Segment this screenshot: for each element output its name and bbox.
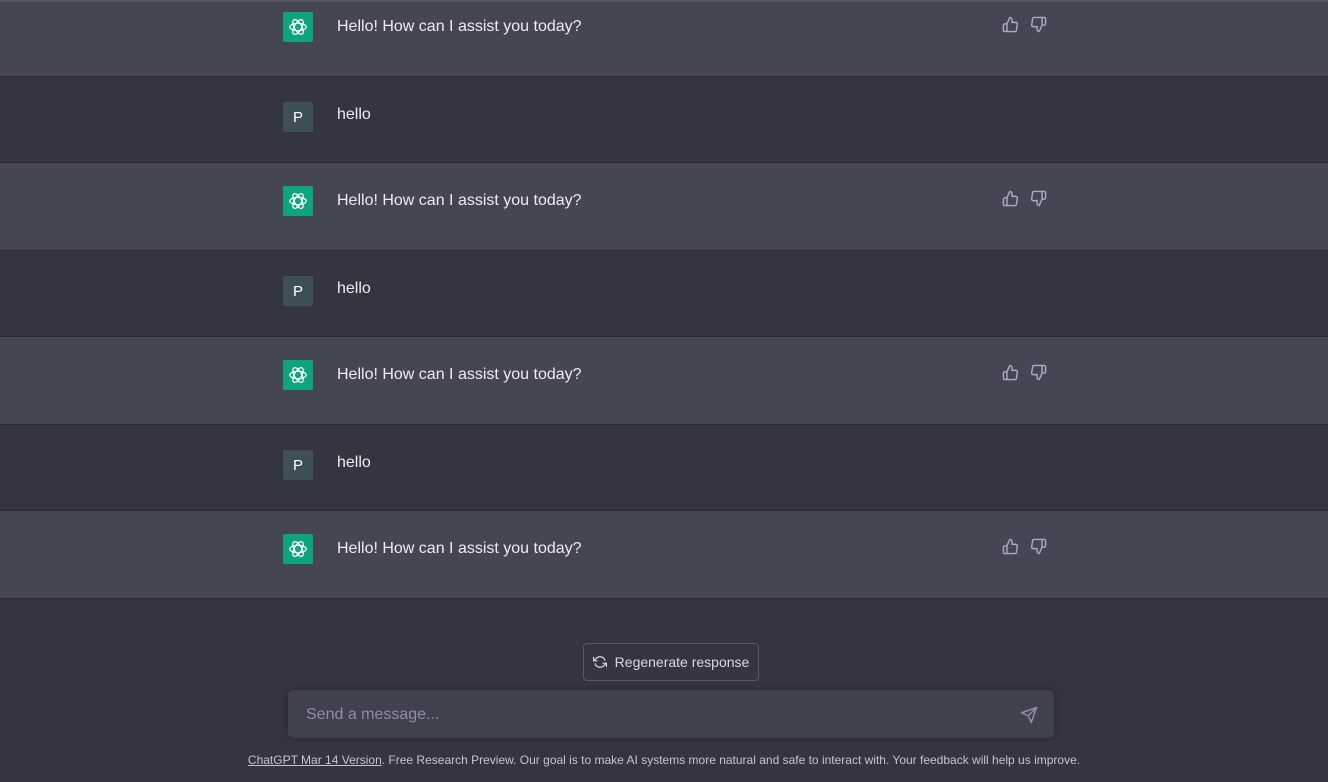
assistant-message-row: Hello! How can I assist you today? [0,511,1328,599]
footer-text: . Free Research Preview. Our goal is to … [381,753,1081,767]
thumbs-down-icon[interactable] [1029,363,1047,381]
user-message-row: P hello [0,425,1328,511]
message-text: hello [337,454,371,471]
assistant-message-row: Hello! How can I assist you today? [0,2,1328,77]
openai-logo-icon [283,12,313,42]
thumbs-up-icon[interactable] [1001,363,1019,381]
avatar: P [283,450,313,480]
thumbs-up-icon[interactable] [1001,15,1019,33]
message-text: Hello! How can I assist you today? [337,192,582,209]
version-link[interactable]: ChatGPT Mar 14 Version [248,753,382,767]
message-text: Hello! How can I assist you today? [337,540,582,557]
openai-logo-icon [283,186,313,216]
message-text: Hello! How can I assist you today? [337,366,582,383]
regenerate-label: Regenerate response [614,654,750,670]
avatar: P [283,276,313,306]
thumbs-down-icon[interactable] [1029,537,1047,555]
regenerate-response-button[interactable]: Regenerate response [583,643,759,681]
footer-disclaimer: ChatGPT Mar 14 Version. Free Research Pr… [0,753,1328,767]
message-text: hello [337,106,371,123]
message-text: Hello! How can I assist you today? [337,18,582,35]
openai-logo-icon [283,360,313,390]
thumbs-up-icon[interactable] [1001,189,1019,207]
user-message-row: P hello [0,251,1328,337]
assistant-message-row: Hello! How can I assist you today? [0,163,1328,251]
message-text: hello [337,280,371,297]
avatar: P [283,102,313,132]
message-composer [288,690,1054,740]
chat-window: Hello! How can I assist you today? P hel… [0,0,1328,782]
openai-logo-icon [283,534,313,564]
refresh-icon [592,655,607,669]
thumbs-down-icon[interactable] [1029,15,1047,33]
send-icon[interactable] [1020,706,1038,724]
thumbs-up-icon[interactable] [1001,537,1019,555]
assistant-message-row: Hello! How can I assist you today? [0,337,1328,425]
thumbs-down-icon[interactable] [1029,189,1047,207]
user-message-row: P hello [0,77,1328,163]
message-input[interactable] [304,690,1008,740]
